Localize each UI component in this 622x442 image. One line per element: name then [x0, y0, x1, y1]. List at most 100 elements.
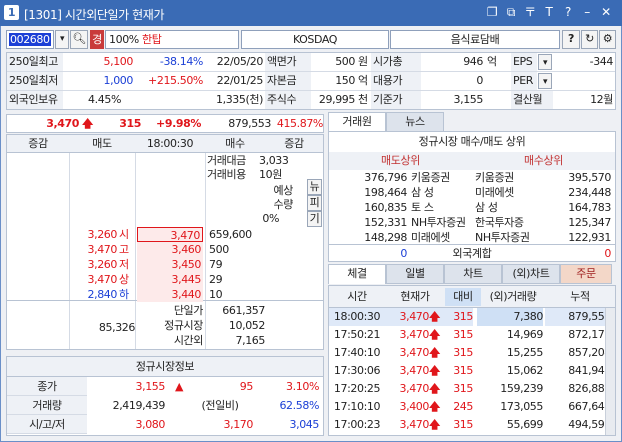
broker-sell-qty: 152,331	[364, 216, 407, 229]
ask-price[interactable]: 3,450	[137, 257, 203, 272]
search-button[interactable]: 🔍︎	[70, 30, 88, 49]
broker-panel: 정규시장 매수/매도 상위 매도상위 매수상위 0 외국계합 0 376,796…	[328, 131, 616, 262]
ask-price[interactable]: 3,445	[137, 272, 203, 287]
trade-time: 18:00:30	[329, 308, 385, 326]
broker-sell-name[interactable]: 미래에셋	[411, 230, 477, 245]
pin-icon[interactable]: 〒	[522, 4, 538, 20]
broker-sell-name[interactable]: 삼 성	[411, 185, 477, 200]
col-header: 증감	[28, 137, 48, 150]
regular-label: 시/고/저	[7, 415, 87, 434]
ref-tag: 하	[119, 288, 129, 301]
trades-header: 시간 현재가 대비 (외)거래량 누적	[329, 286, 615, 308]
broker-buy-name[interactable]: 삼 성	[475, 200, 545, 215]
regular-a: 2,419,439	[112, 399, 165, 412]
broker-sell-name[interactable]: NH투자증권	[411, 215, 477, 230]
broker-buy-qty: 125,347	[568, 216, 611, 229]
font-icon[interactable]: T	[541, 4, 557, 20]
stock-code-input[interactable]: 002680	[6, 30, 54, 49]
broker-tabs: 거래원 뉴스	[328, 112, 616, 132]
tab-trade-0[interactable]: 체결	[328, 264, 386, 284]
info-unit: 천	[358, 93, 368, 106]
trade-cumulative: 826,887	[568, 382, 611, 395]
ref-tag: 시	[119, 228, 129, 241]
news-side-button[interactable]: 뉴	[307, 179, 322, 195]
close-icon[interactable]: ✕	[598, 4, 614, 20]
trade-col-header: (외)거래량	[489, 290, 537, 303]
trade-time: 17:40:10	[333, 346, 381, 359]
refresh-button[interactable]: ↻	[581, 30, 598, 49]
ask-price[interactable]: 3,460	[137, 242, 203, 257]
trade-change: 315	[453, 382, 473, 395]
info-label: EPS	[511, 53, 537, 71]
info-value: 12월	[590, 93, 613, 106]
tab-trade-3[interactable]: (외)차트	[502, 264, 560, 284]
col-header: 증감	[284, 137, 304, 150]
info-side-button[interactable]: 기	[307, 211, 322, 227]
help-icon[interactable]: ?	[560, 4, 576, 20]
tab-trade-2[interactable]: 차트	[444, 264, 502, 284]
broker-buy-name[interactable]: 미래에셋	[475, 185, 545, 200]
info-value: 1,335(천)	[216, 93, 263, 106]
tab-news[interactable]: 뉴스	[386, 112, 444, 132]
change-pct: +9.98%	[156, 117, 201, 130]
tab-broker[interactable]: 거래원	[328, 112, 386, 132]
trade-col-header: 누적	[570, 290, 590, 303]
broker-buy-name[interactable]: NH투자증권	[475, 230, 545, 245]
info-row-low: 250일최저 1,000 +215.50% 22/01/25 자본금 150 억…	[7, 72, 615, 91]
trade-cumulative: 879,553	[545, 308, 611, 326]
regular-b: (전일비)	[201, 399, 239, 412]
eps-dropdown-button[interactable]: ▾	[538, 54, 552, 70]
trade-cumulative: 872,173	[568, 328, 611, 341]
code-dropdown-button[interactable]: ▾	[55, 30, 69, 49]
restore-icon[interactable]: ❐	[484, 4, 500, 20]
refresh-icon: ↻	[585, 32, 594, 45]
broker-buy-qty: 164,783	[568, 201, 611, 214]
info-value: 3,155	[453, 93, 484, 106]
broker-sell-name[interactable]: 토 스	[411, 200, 477, 215]
tab-trade-4[interactable]: 주문	[560, 264, 612, 284]
settings-button[interactable]: ⚙	[599, 30, 616, 49]
broker-buy-name[interactable]: 키움증권	[475, 170, 545, 185]
info-value	[553, 72, 613, 90]
broker-buy-qty: 234,448	[568, 186, 611, 199]
pi-side-button[interactable]: 피	[307, 195, 322, 211]
trade-time: 17:20:25	[333, 382, 381, 395]
regular-c: 3.10%	[286, 380, 319, 393]
info-value: -344	[589, 55, 613, 68]
ask-price[interactable]: 3,470	[137, 227, 203, 242]
info-value: 4.45%	[88, 93, 121, 106]
ref-tag: 저	[119, 258, 129, 271]
minimize-icon[interactable]: –	[579, 4, 595, 20]
regular-market-title: 정규시장정보	[7, 357, 323, 377]
ask-qty: 500	[209, 243, 229, 256]
info-row-high: 250일최고 5,100 -38.14% 22/05/20 액면가 500 원 …	[7, 53, 615, 72]
trades-scrollbar[interactable]	[605, 308, 615, 435]
regular-a: 3,080	[135, 418, 166, 431]
trade-change: 245	[453, 400, 473, 413]
broker-sell-name[interactable]: 키움증권	[411, 170, 477, 185]
trade-change: 315	[453, 328, 473, 341]
ref-tag: 상	[119, 273, 129, 286]
regular-a: 3,155	[135, 380, 166, 393]
window-title: [1301] 시간외단일가 현재가	[24, 8, 165, 22]
trade-volume: 7,380	[477, 308, 543, 326]
volume-ratio: 415.87%	[276, 117, 323, 130]
info-value: 150	[335, 74, 355, 87]
help-button[interactable]: ?	[562, 30, 580, 49]
window-number-badge: 1	[4, 5, 19, 20]
per-dropdown-button[interactable]: ▾	[538, 73, 552, 89]
order-book-time: 18:00:30	[146, 137, 194, 150]
ask-price[interactable]: 3,440	[137, 287, 203, 302]
current-price: 3,470	[46, 117, 79, 130]
sell-total: 85,326	[98, 321, 135, 334]
trade-volume: 14,969	[506, 328, 543, 341]
sector-field: 음식료담배	[390, 30, 560, 49]
foreign-row: 0 외국계합 0	[329, 244, 615, 261]
tab-trade-1[interactable]: 일별	[386, 264, 444, 284]
market-field: KOSDAQ	[241, 30, 389, 49]
trade-price: 3,400	[399, 400, 430, 413]
broker-buy-name[interactable]: 한국투자증	[475, 215, 545, 230]
total-label: 시간외	[173, 334, 203, 347]
margin-percent: 100%	[109, 33, 139, 46]
pages-icon[interactable]: ⧉	[503, 4, 519, 20]
